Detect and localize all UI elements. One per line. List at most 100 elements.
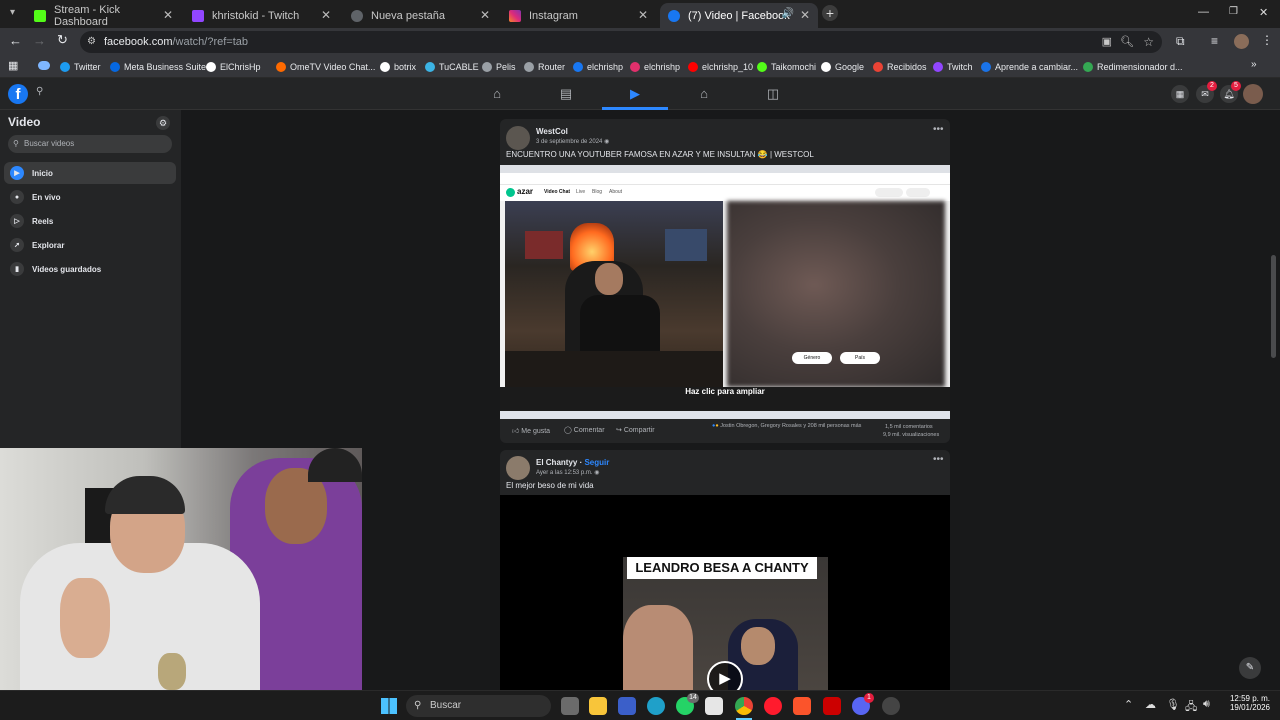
profile-avatar[interactable]: [1234, 34, 1249, 49]
taskbar-search[interactable]: ⚲ Buscar: [406, 695, 551, 717]
bookmark-item[interactable]: OmeTV Video Chat...: [276, 59, 375, 75]
windows-start-icon[interactable]: [381, 698, 397, 714]
click-to-expand-overlay[interactable]: Haz clic para ampliar: [500, 387, 950, 396]
tab-facebook[interactable]: (7) Video | Facebook 🔊 ✕: [660, 3, 818, 28]
obs-icon[interactable]: [882, 697, 900, 715]
like-button[interactable]: 👍︎ Me gusta: [512, 426, 550, 435]
post-date[interactable]: 3 de septiembre de 2024: [536, 139, 602, 145]
sidebar-item-en-vivo[interactable]: ● En vivo: [4, 186, 176, 208]
bookmark-item[interactable]: Router: [524, 59, 565, 75]
back-arrow-icon[interactable]: ←: [9, 33, 22, 48]
photoshop-icon[interactable]: [618, 697, 636, 715]
edge-icon[interactable]: [647, 697, 665, 715]
tab-twitch[interactable]: khristokid - Twitch ✕: [184, 3, 339, 28]
bookmark-item[interactable]: Taikomochi: [757, 59, 816, 75]
bookmark-item[interactable]: Recibidos: [873, 59, 927, 75]
gaming-icon[interactable]: ◫: [765, 86, 781, 102]
tab-search-chevron-icon[interactable]: ▾: [10, 7, 15, 18]
marketplace-icon[interactable]: ⌂: [696, 86, 712, 102]
comment-button[interactable]: ◯ Comentar: [564, 426, 605, 434]
reactions-summary[interactable]: ●● Jostin Obregon, Gregory Rosales y 208…: [712, 423, 861, 429]
post-video[interactable]: azar Video Chat Live Blog About Género P…: [500, 165, 950, 419]
sidebar-item-inicio[interactable]: ▶ Inicio: [4, 162, 176, 184]
account-avatar[interactable]: [1243, 84, 1263, 104]
menu-grid-icon[interactable]: ▦: [1171, 85, 1189, 103]
speaker-icon[interactable]: 🔊: [782, 8, 794, 19]
close-window-icon[interactable]: ✕: [1259, 6, 1268, 19]
close-icon[interactable]: ✕: [321, 8, 331, 22]
search-icon[interactable]: ⚲: [36, 86, 43, 97]
post-options-icon[interactable]: •••: [933, 454, 944, 465]
close-icon[interactable]: ✕: [480, 8, 490, 22]
cloud-icon[interactable]: [38, 61, 50, 70]
opera-icon[interactable]: [764, 697, 782, 715]
tray-chevron-icon[interactable]: ⌃: [1124, 698, 1133, 711]
restore-icon[interactable]: ❐: [1229, 6, 1238, 17]
post-author[interactable]: El Chantyy: [536, 458, 577, 467]
new-tab-plus-icon[interactable]: +: [822, 5, 838, 21]
brave-icon[interactable]: [793, 697, 811, 715]
bookmark-item[interactable]: botrix: [380, 59, 416, 75]
post-video[interactable]: LEANDRO BESA A CHANTY ▶: [500, 495, 950, 697]
install-app-icon[interactable]: ▣: [1102, 31, 1112, 53]
page-scrollbar[interactable]: [1271, 255, 1276, 358]
bookmark-item[interactable]: TuCABLE: [425, 59, 479, 75]
share-button[interactable]: ↪ Compartir: [616, 426, 655, 434]
bookmark-item[interactable]: Pelis: [482, 59, 516, 75]
tab-kick[interactable]: Stream - Kick Dashboard ✕: [26, 3, 181, 28]
post-options-icon[interactable]: •••: [933, 124, 944, 135]
store-icon[interactable]: [705, 697, 723, 715]
task-view-icon[interactable]: [561, 697, 579, 715]
network-icon[interactable]: 🖧: [1185, 698, 1197, 717]
tab-instagram[interactable]: Instagram ✕: [501, 3, 656, 28]
gear-icon[interactable]: ⚙: [156, 116, 170, 130]
bookmark-item[interactable]: Meta Business Suite: [110, 59, 206, 75]
app-red-icon[interactable]: [823, 697, 841, 715]
feed-icon[interactable]: ▤: [558, 86, 574, 102]
forward-arrow-icon[interactable]: →: [33, 33, 46, 48]
file-explorer-icon[interactable]: [589, 697, 607, 715]
bookmark-item[interactable]: Twitch: [933, 59, 973, 75]
follow-button[interactable]: Seguir: [584, 458, 609, 467]
bookmark-item[interactable]: elchrishp: [630, 59, 680, 75]
more-bookmarks-icon[interactable]: »: [1251, 59, 1257, 70]
search-videos-input[interactable]: ⚲ Buscar videos: [8, 135, 172, 153]
tab-new-tab[interactable]: Nueva pestaña ✕: [343, 3, 498, 28]
more-menu-icon[interactable]: ⋮: [1261, 33, 1273, 47]
bookmark-item[interactable]: ElChrisHp: [206, 59, 261, 75]
minimize-icon[interactable]: —: [1198, 6, 1209, 18]
extensions-icon[interactable]: ⧉: [1176, 34, 1185, 49]
close-icon[interactable]: ✕: [638, 8, 648, 22]
close-icon[interactable]: ✕: [800, 8, 810, 22]
post-author[interactable]: WestCol: [536, 127, 568, 136]
media-control-icon[interactable]: ≡: [1211, 34, 1218, 48]
sidebar-item-explorar[interactable]: ➚ Explorar: [4, 234, 176, 256]
bookmark-item[interactable]: Twitter: [60, 59, 101, 75]
home-icon[interactable]: ⌂: [489, 86, 505, 102]
reload-icon[interactable]: ↻: [57, 32, 68, 48]
tray-app-icon[interactable]: ☁: [1145, 698, 1156, 711]
sidebar-item-videos-guardados[interactable]: ▮ Videos guardados: [4, 258, 176, 280]
bookmark-item[interactable]: Google: [821, 59, 864, 75]
bookmark-item[interactable]: Aprende a cambiar...: [981, 59, 1078, 75]
bookmark-item[interactable]: elchrishp_10: [688, 59, 753, 75]
bookmark-item[interactable]: Redimensionador d...: [1083, 59, 1183, 75]
volume-icon[interactable]: 🔊︎: [1203, 698, 1210, 711]
author-avatar[interactable]: [506, 126, 530, 150]
chrome-icon[interactable]: [735, 697, 753, 715]
facebook-logo-icon[interactable]: f: [8, 84, 28, 104]
bookmark-star-icon[interactable]: ☆: [1143, 31, 1154, 53]
close-icon[interactable]: ✕: [163, 8, 173, 22]
address-bar[interactable]: ⚙ facebook.com/watch/?ref=tab ▣ 🔍︎ ☆: [80, 31, 1162, 53]
clock[interactable]: 12:59 p. m. 19/01/2026: [1222, 694, 1270, 712]
post-date[interactable]: Ayer a las 12:53 p.m.: [536, 470, 593, 476]
bookmark-item[interactable]: elchrishp: [573, 59, 623, 75]
new-message-icon[interactable]: ✎: [1239, 657, 1261, 679]
apps-grid-icon[interactable]: ▦: [8, 59, 18, 72]
site-info-icon[interactable]: ⚙: [87, 31, 96, 53]
author-avatar[interactable]: [506, 456, 530, 480]
zoom-icon[interactable]: 🔍︎: [1120, 31, 1134, 53]
comments-count[interactable]: 1,5 mil comentarios: [885, 424, 933, 430]
video-icon[interactable]: ▶: [627, 86, 643, 102]
sidebar-item-reels[interactable]: ▷ Reels: [4, 210, 176, 232]
